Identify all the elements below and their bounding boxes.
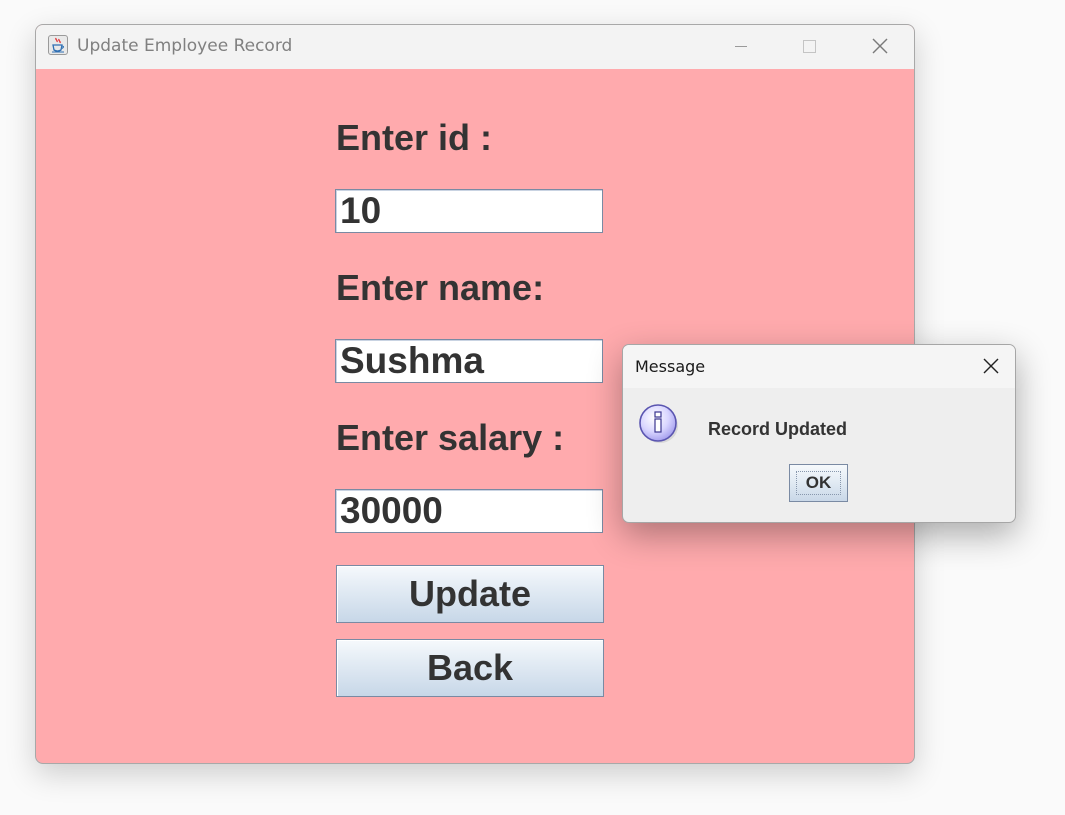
dialog-message: Record Updated: [708, 419, 848, 439]
name-field[interactable]: [335, 339, 603, 383]
dialog-titlebar[interactable]: Message: [623, 345, 1015, 388]
maximize-icon[interactable]: [774, 25, 844, 69]
window-title: Update Employee Record: [77, 36, 293, 56]
information-icon: [638, 402, 680, 444]
back-button[interactable]: Back: [336, 639, 604, 697]
dialog-title: Message: [635, 357, 706, 376]
id-label: Enter id :: [336, 117, 493, 158]
salary-label: Enter salary :: [336, 417, 565, 458]
ok-button[interactable]: OK: [789, 464, 848, 502]
minimize-icon[interactable]: [706, 25, 776, 69]
window-titlebar[interactable]: Update Employee Record: [36, 25, 914, 69]
update-button[interactable]: Update: [336, 565, 604, 623]
ok-button-label: OK: [805, 473, 832, 492]
salary-field[interactable]: [335, 489, 603, 533]
name-label: Enter name:: [336, 267, 545, 308]
id-field[interactable]: [335, 189, 603, 233]
java-app-icon: [48, 35, 68, 55]
message-dialog: Message Record Updated OK: [622, 344, 1016, 523]
dialog-close-icon[interactable]: [968, 345, 1014, 388]
close-icon[interactable]: [844, 25, 914, 69]
